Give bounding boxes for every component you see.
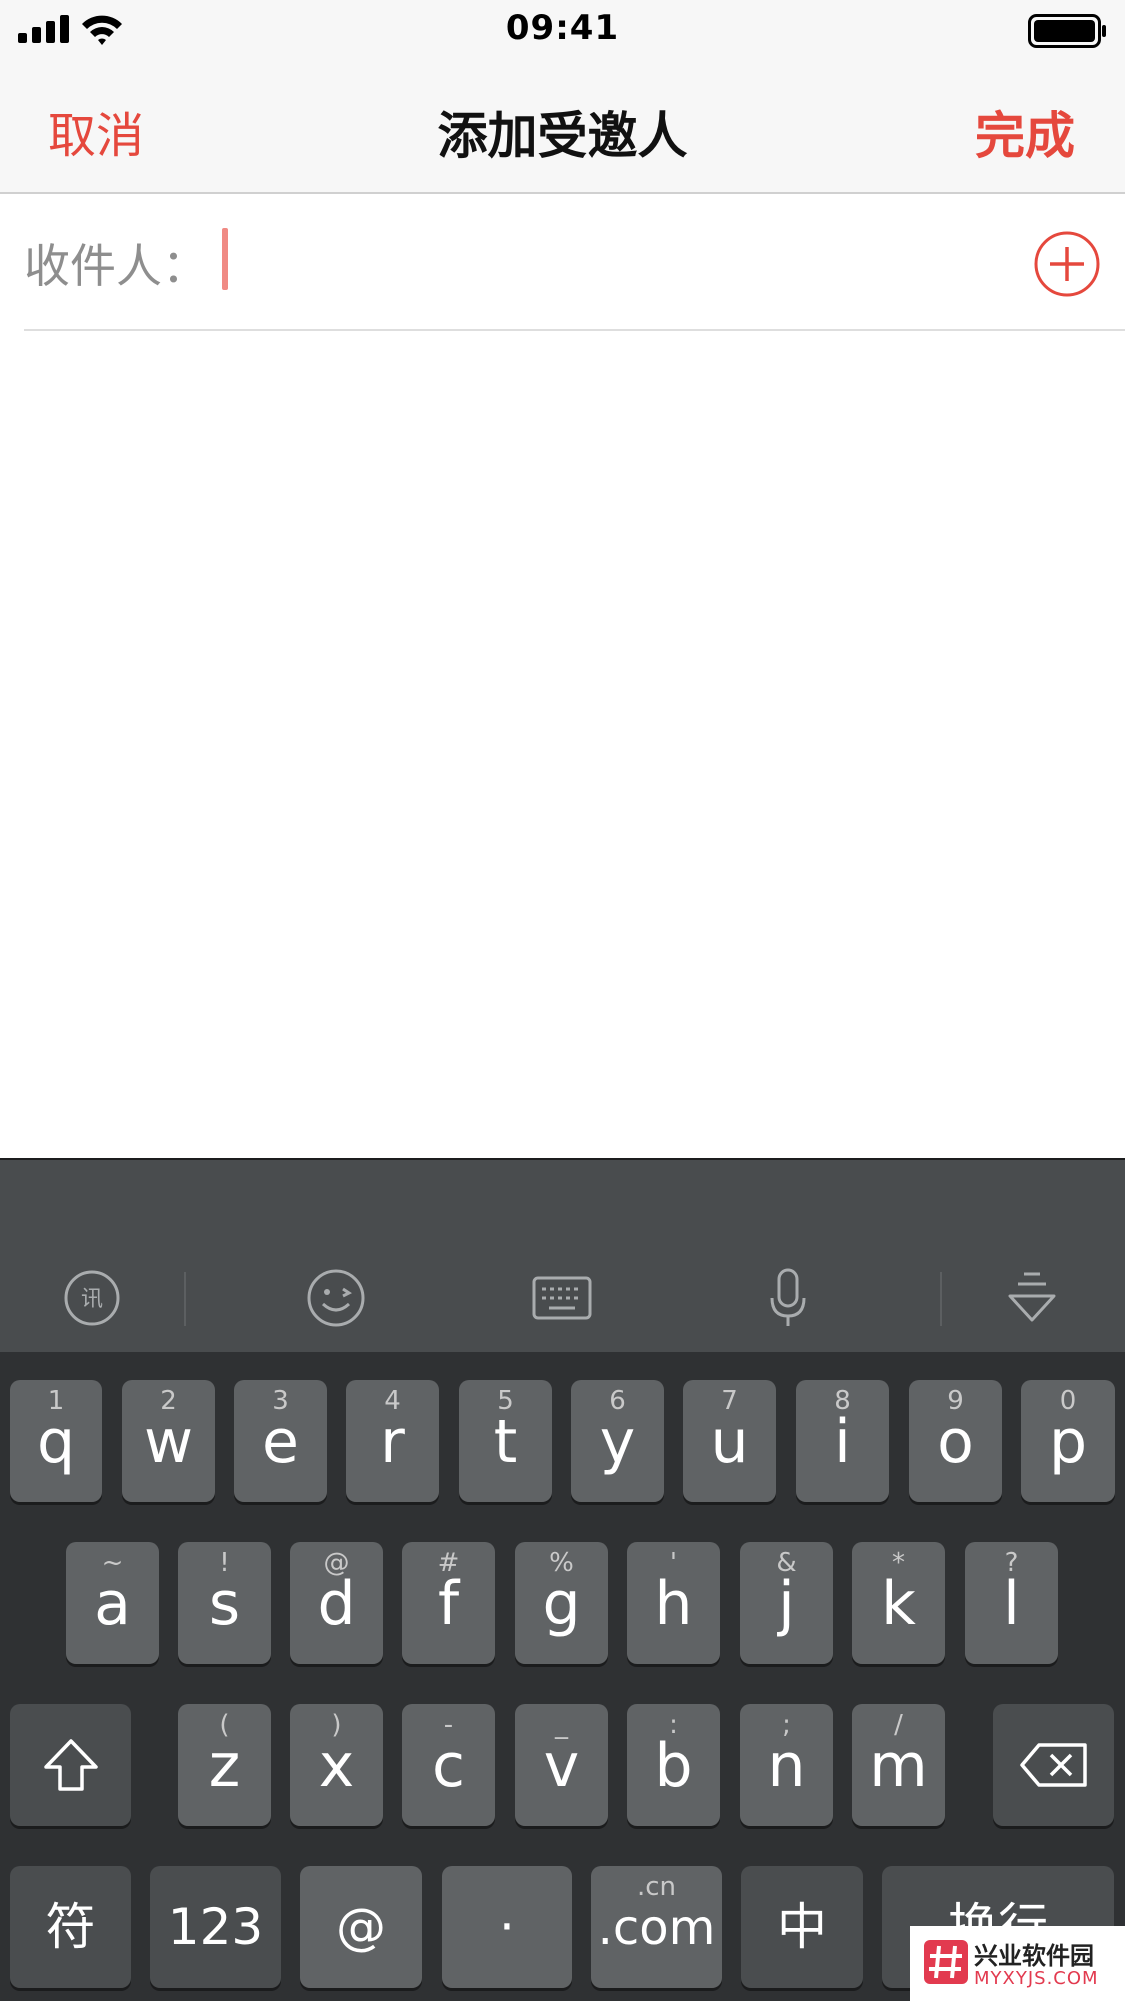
key-k[interactable]: * k xyxy=(852,1542,945,1664)
watermark-subtitle: MYXYJS.COM xyxy=(974,1968,1099,1989)
status-time: 09:41 xyxy=(505,8,620,48)
key-d[interactable]: @ d xyxy=(290,1542,383,1664)
at-key[interactable]: @ xyxy=(300,1866,422,1988)
watermark: 兴业软件园 MYXYJS.COM xyxy=(910,1926,1125,2001)
key-v[interactable]: _ v xyxy=(515,1704,608,1826)
key-q[interactable]: 1q xyxy=(10,1380,102,1502)
numbers-key[interactable]: 123 xyxy=(150,1866,281,1988)
key-z[interactable]: (z xyxy=(178,1704,271,1826)
key-x[interactable]: ) x xyxy=(290,1704,383,1826)
nav-bar: 取消 添加受邀人 完成 xyxy=(0,60,1125,194)
key-f[interactable]: # f xyxy=(402,1542,495,1664)
emoji-icon[interactable] xyxy=(296,1258,376,1338)
key-u[interactable]: 7u xyxy=(683,1380,776,1502)
key-j[interactable]: & j xyxy=(740,1542,833,1664)
key-s[interactable]: ! s xyxy=(178,1542,271,1664)
battery-icon xyxy=(1028,14,1106,48)
key-p[interactable]: 0p xyxy=(1021,1380,1115,1502)
keyboard: 讯 1q 2w 3e 4r 5t 6y 7u 8 i 9 o 0 p ~ a !… xyxy=(0,1158,1125,2001)
symbols-key[interactable]: 符 xyxy=(10,1866,131,1988)
keyboard-toolbar: 讯 xyxy=(0,1238,1125,1352)
collapse-keyboard-icon[interactable] xyxy=(992,1258,1072,1338)
watermark-title: 兴业软件园 xyxy=(974,1942,1094,1970)
key-e[interactable]: 3e xyxy=(234,1380,327,1502)
text-caret xyxy=(222,228,228,290)
key-o[interactable]: 9o xyxy=(909,1380,1002,1502)
key-y[interactable]: 6y xyxy=(571,1380,664,1502)
keyboard-icon[interactable] xyxy=(522,1258,602,1338)
key-a[interactable]: ~ a xyxy=(66,1542,159,1664)
key-h[interactable]: ' h xyxy=(627,1542,720,1664)
key-g[interactable]: % g xyxy=(515,1542,608,1664)
key-m[interactable]: / m xyxy=(852,1704,945,1826)
toolbar-divider xyxy=(184,1272,186,1326)
iflytek-logo-icon[interactable]: 讯 xyxy=(52,1258,132,1338)
svg-text:讯: 讯 xyxy=(81,1287,103,1312)
key-l[interactable]: ? l xyxy=(965,1542,1058,1664)
recipient-label: 收件人： xyxy=(24,239,208,293)
chinese-mode-key[interactable]: 中 xyxy=(741,1866,863,1988)
recipient-input[interactable] xyxy=(216,224,1040,298)
done-button[interactable]: 完成 xyxy=(975,96,1075,168)
backspace-icon xyxy=(1020,1743,1087,1787)
dotcom-key[interactable]: .cn .com xyxy=(591,1866,722,1988)
key-n[interactable]: ; n xyxy=(740,1704,833,1826)
status-bar: 09:41 xyxy=(0,0,1125,60)
key-b[interactable]: :b xyxy=(627,1704,720,1826)
shift-arrow-icon xyxy=(44,1739,98,1791)
shift-key[interactable] xyxy=(10,1704,131,1826)
key-w[interactable]: 2w xyxy=(122,1380,215,1502)
watermark-logo-icon xyxy=(924,1940,968,1984)
page-title: 添加受邀人 xyxy=(437,107,688,165)
microphone-icon[interactable] xyxy=(748,1258,828,1338)
key-r[interactable]: 4r xyxy=(346,1380,439,1502)
dot-key[interactable]: · xyxy=(442,1866,572,1988)
candidate-bar xyxy=(0,1158,1125,1240)
key-t[interactable]: 5t xyxy=(459,1380,552,1502)
toolbar-divider xyxy=(940,1272,942,1326)
backspace-key[interactable] xyxy=(993,1704,1114,1826)
recipient-row: 收件人： xyxy=(24,194,1125,331)
key-i[interactable]: 8i xyxy=(796,1380,889,1502)
key-c[interactable]: -c xyxy=(402,1704,495,1826)
plus-circle-icon[interactable] xyxy=(1033,230,1101,298)
